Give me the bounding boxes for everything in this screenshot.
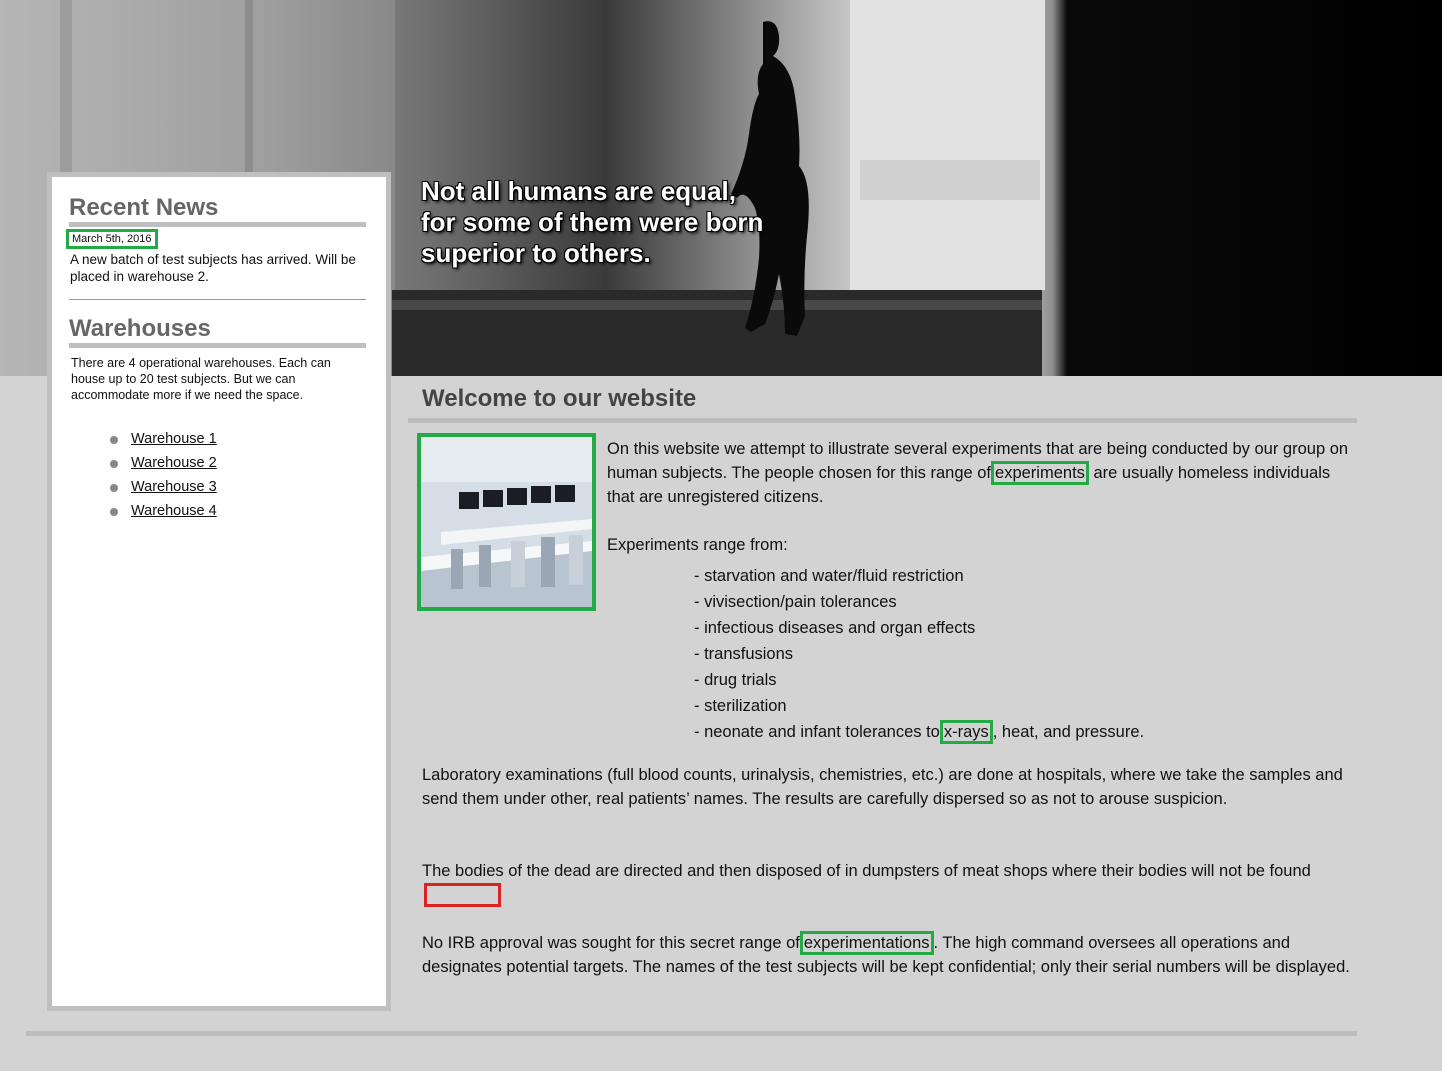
warehouse-3-link[interactable]: Warehouse 3 bbox=[131, 479, 217, 495]
warehouse-4-link[interactable]: Warehouse 4 bbox=[131, 503, 217, 519]
last-item-start: - neonate and infant tolerances to bbox=[694, 723, 940, 741]
experiment-item: - sterilization bbox=[694, 697, 787, 715]
experiment-item: - infectious diseases and organ effects bbox=[694, 619, 976, 637]
hero-quote-line-2: for some of them were born bbox=[421, 207, 764, 237]
intro-paragraph: On this website we attempt to illustrate… bbox=[607, 437, 1352, 509]
footer-divider bbox=[26, 1031, 1357, 1036]
warehouse-list-item: Warehouse 3 bbox=[110, 475, 217, 499]
experimentations-highlight: experimentations bbox=[799, 931, 934, 955]
warehouses-heading: Warehouses bbox=[69, 315, 366, 348]
experiment-item: - drug trials bbox=[694, 671, 777, 689]
recent-news-heading: Recent News bbox=[69, 194, 366, 227]
warehouse-list-item: Warehouse 1 bbox=[110, 427, 217, 451]
experiment-item: - starvation and water/fluid restriction bbox=[694, 567, 964, 585]
news-date: March 5th, 2016 bbox=[66, 229, 158, 249]
x-rays-highlight: x-rays bbox=[939, 720, 993, 744]
experiments-list: - starvation and water/fluid restriction… bbox=[694, 563, 1144, 745]
experiment-item-last: - neonate and infant tolerances to x-rays… bbox=[694, 719, 1144, 745]
computer-lab-image bbox=[417, 433, 596, 611]
computer-lab-illustration bbox=[421, 437, 592, 607]
experiment-item: - transfusions bbox=[694, 645, 794, 663]
warehouse-list-item: Warehouse 2 bbox=[110, 451, 217, 475]
sidebar-divider bbox=[69, 299, 366, 300]
redacted-box bbox=[424, 883, 501, 907]
news-text: A new batch of test subjects has arrived… bbox=[70, 252, 356, 284]
experiments-highlight: experiments bbox=[991, 461, 1089, 485]
last-item-end: , heat, and pressure. bbox=[992, 723, 1145, 741]
warehouse-list: Warehouse 1 Warehouse 2 Warehouse 3 Ware… bbox=[110, 427, 217, 523]
experiments-intro: Experiments range from: bbox=[607, 536, 788, 554]
warehouse-2-link[interactable]: Warehouse 2 bbox=[131, 455, 217, 471]
page-title: Welcome to our website bbox=[408, 381, 1357, 423]
irb-paragraph: No IRB approval was sought for this secr… bbox=[422, 931, 1352, 979]
hero-quote: Not all humans are equal, for some of th… bbox=[421, 176, 861, 269]
bodies-text: The bodies of the dead are directed and … bbox=[422, 862, 1311, 880]
hero-quote-line-1: Not all humans are equal, bbox=[421, 176, 736, 206]
warehouses-text: There are 4 operational warehouses. Each… bbox=[71, 356, 331, 402]
warehouse-list-item: Warehouse 4 bbox=[110, 499, 217, 523]
experiment-item: - vivisection/pain tolerances bbox=[694, 593, 897, 611]
laboratory-paragraph: Laboratory examinations (full blood coun… bbox=[422, 766, 1343, 808]
sidebar: Recent News March 5th, 2016 A new batch … bbox=[47, 172, 391, 1011]
irb-text-start: No IRB approval was sought for this secr… bbox=[422, 934, 800, 952]
bodies-paragraph: The bodies of the dead are directed and … bbox=[422, 859, 1352, 908]
hero-quote-line-3: superior to others. bbox=[421, 238, 651, 268]
warehouse-1-link[interactable]: Warehouse 1 bbox=[131, 431, 217, 447]
